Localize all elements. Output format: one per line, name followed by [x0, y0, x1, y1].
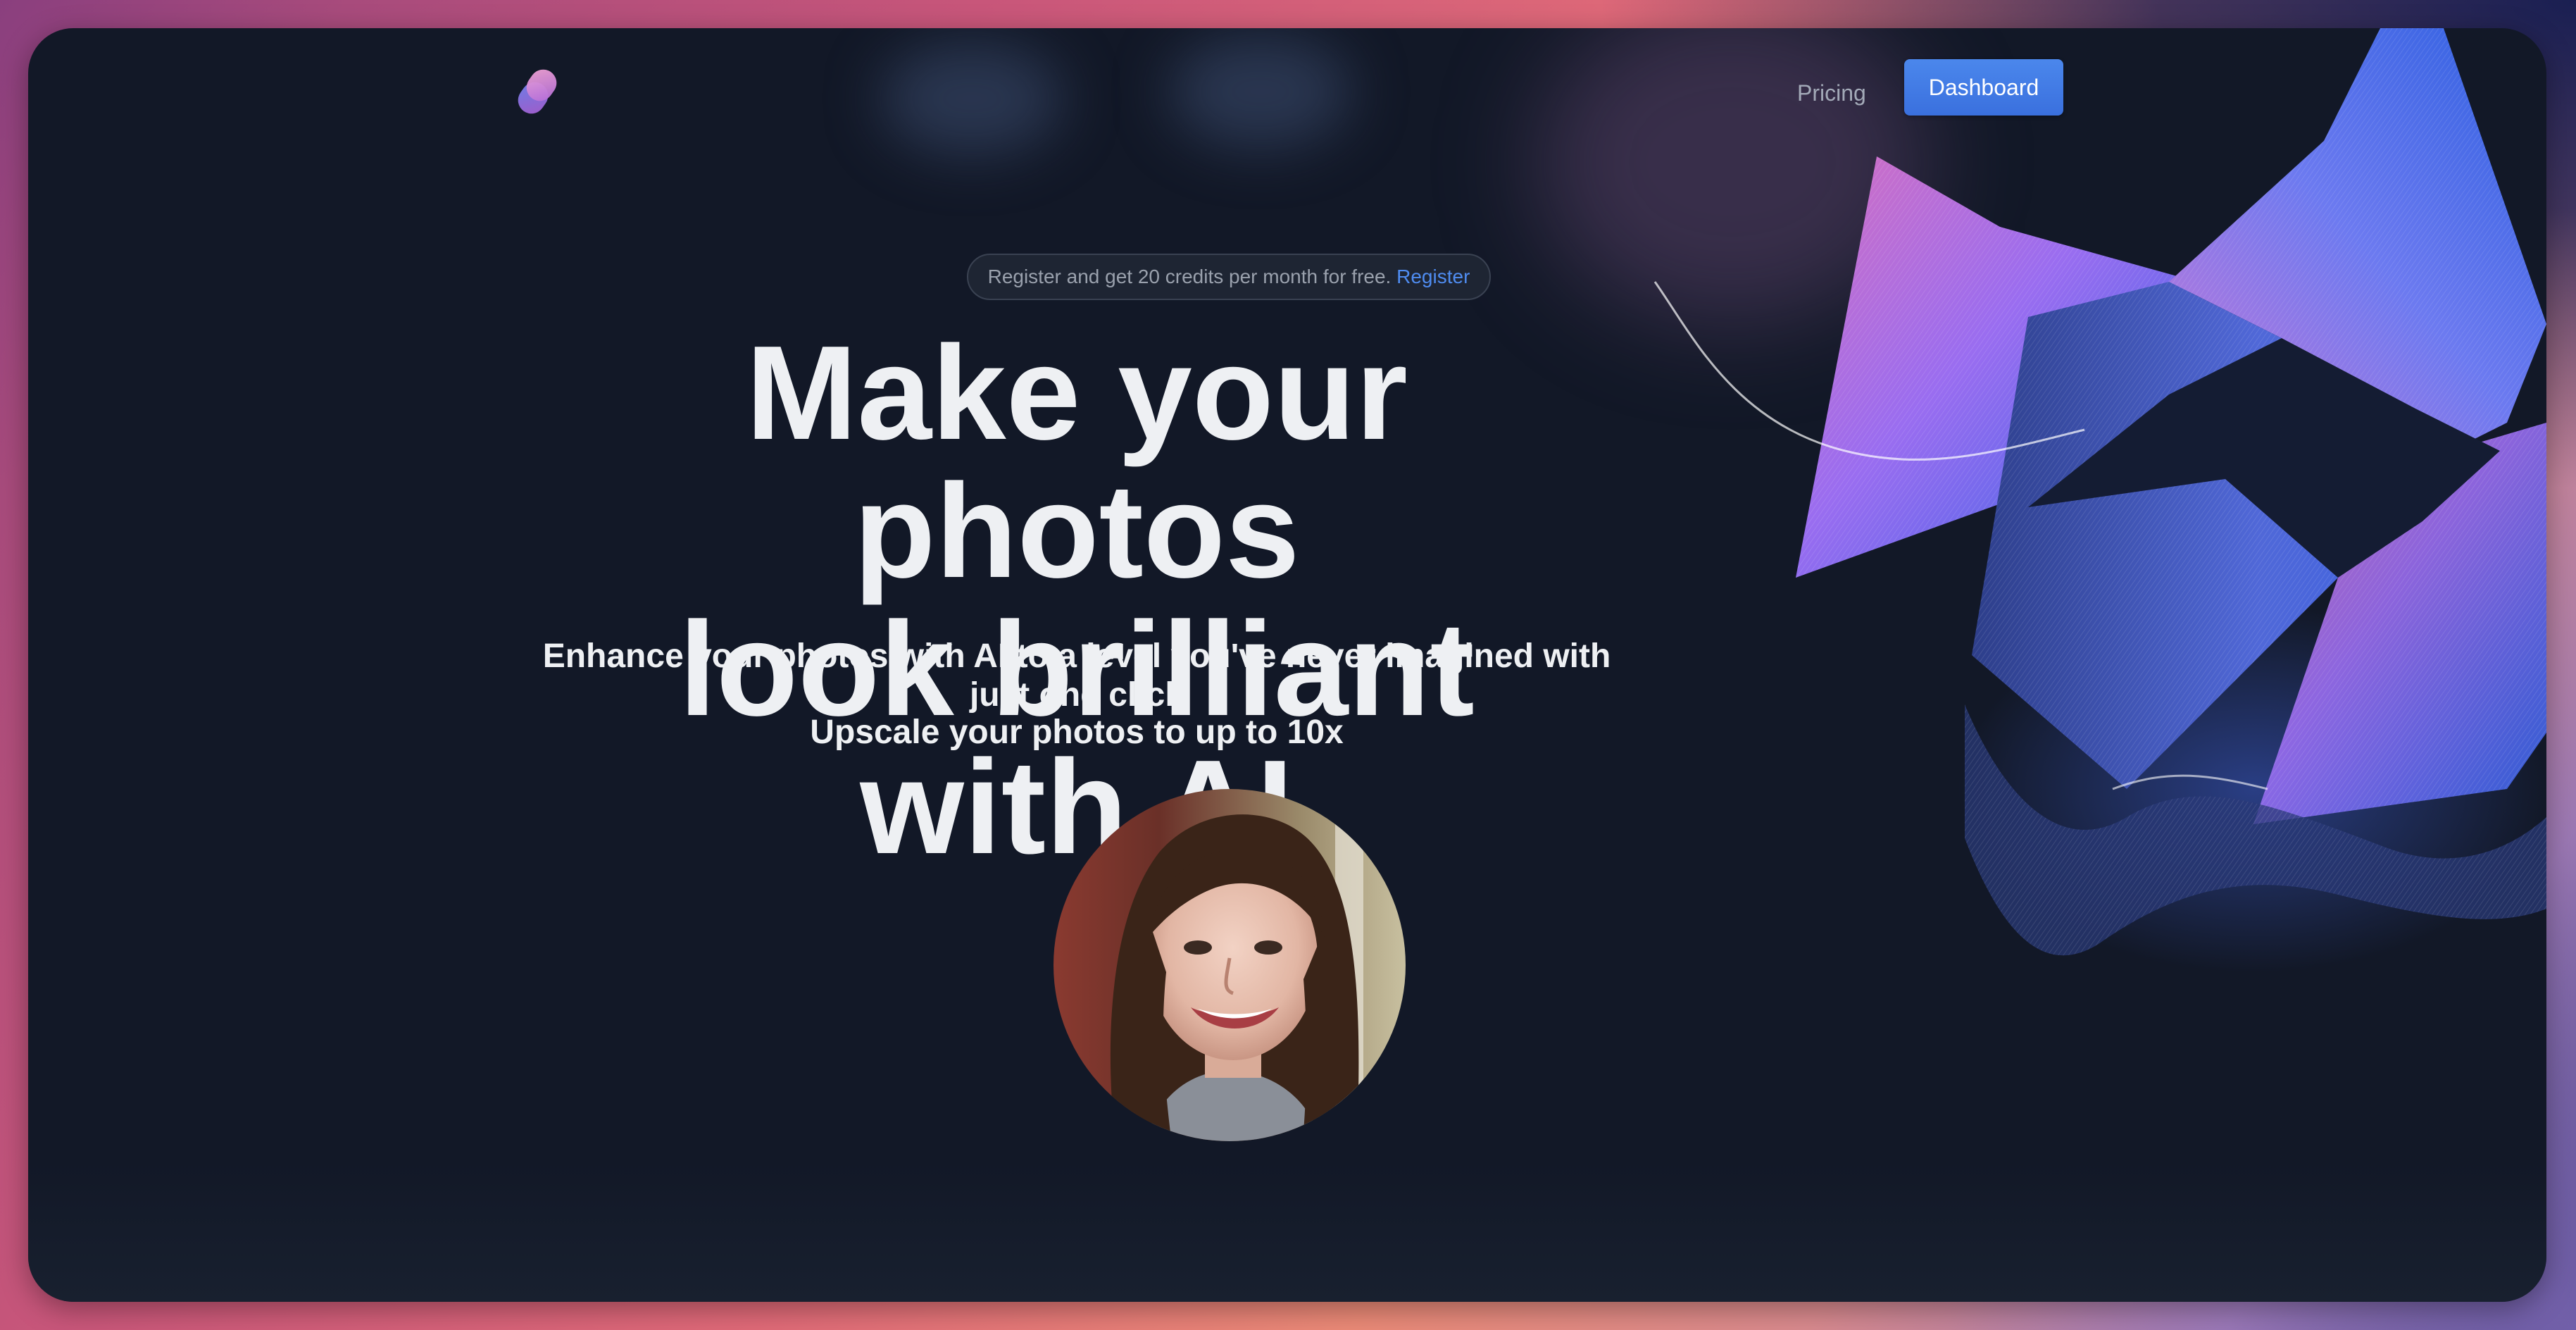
- hero-subtitle: Enhance your photos with AI to a level y…: [542, 638, 1611, 714]
- browser-window: Pricing Dashboard Register and get 20 cr…: [28, 28, 2546, 1302]
- hero-headline-line1: Make your photos: [746, 318, 1408, 606]
- promo-banner: Register and get 20 credits per month fo…: [967, 254, 1491, 300]
- promo-banner-text: Register and get 20 credits per month fo…: [987, 266, 1392, 287]
- decor-blur: [880, 42, 1063, 155]
- nav-link-pricing[interactable]: Pricing: [1789, 72, 1875, 114]
- dashboard-button[interactable]: Dashboard: [1904, 59, 2063, 116]
- hero-3d-art: [1653, 28, 2546, 972]
- sample-photo-avatar: [1053, 789, 1406, 1141]
- hero-headline: Make your photos look brilliant with AI: [535, 324, 1618, 876]
- decor-blur: [1169, 35, 1352, 148]
- hero-tagline: Upscale your photos to up to 10x: [810, 714, 1344, 751]
- register-link[interactable]: Register: [1396, 266, 1470, 287]
- frame-bottom-gradient: [28, 1161, 2546, 1302]
- logo-icon[interactable]: [507, 62, 566, 121]
